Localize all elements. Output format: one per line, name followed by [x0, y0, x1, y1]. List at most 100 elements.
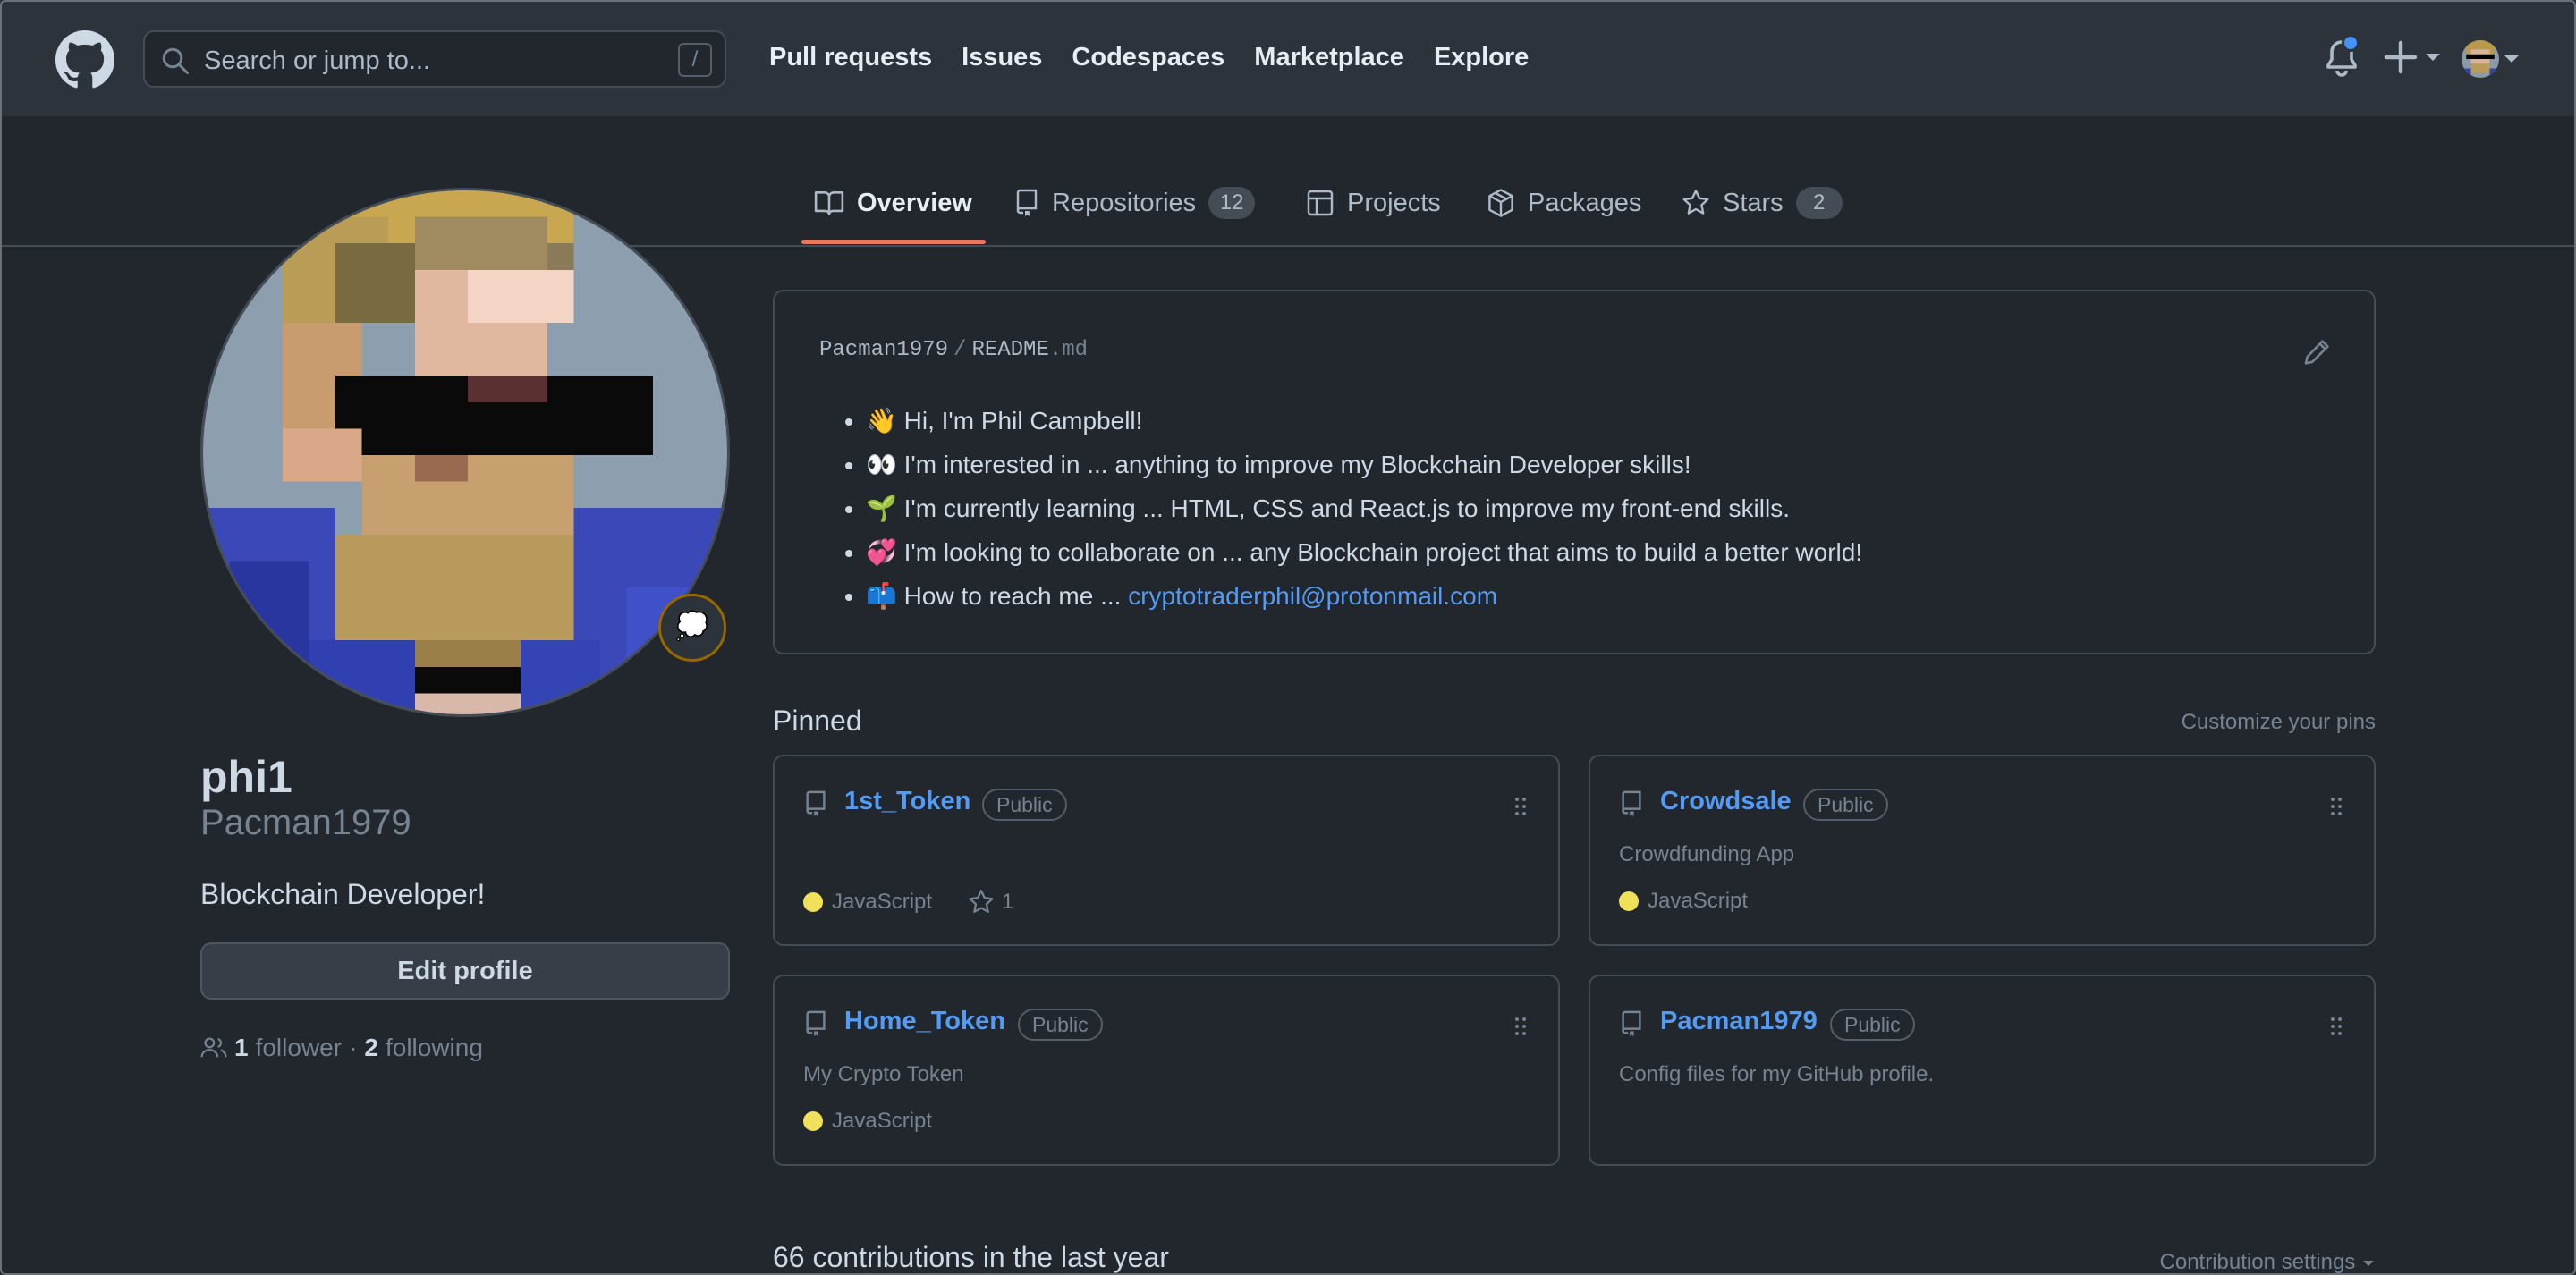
follow-separator: ·	[349, 1034, 358, 1061]
edit-profile-button[interactable]: Edit profile	[200, 942, 730, 1000]
following-link[interactable]: following	[386, 1034, 483, 1062]
book-icon	[814, 191, 844, 216]
contribution-settings-button[interactable]: Contribution settings	[2160, 1250, 2376, 1275]
tab-label: Stars	[1723, 188, 1784, 217]
visibility-badge: Public	[1018, 1009, 1103, 1041]
global-nav: Pull requests Issues Codespaces Marketpl…	[769, 43, 1529, 72]
tab-label: Overview	[857, 188, 972, 217]
repo-icon	[1016, 189, 1038, 216]
repo-description: Crowdfunding App	[1619, 842, 1795, 866]
list-item: 💞️ I'm looking to collaborate on ... any…	[866, 530, 1862, 574]
nav-codespaces[interactable]: Codespaces	[1072, 43, 1224, 72]
email-link[interactable]: cryptotraderphil@protonmail.com	[1128, 582, 1497, 610]
nav-pull-requests[interactable]: Pull requests	[769, 43, 932, 72]
tab-packages[interactable]: Packages	[1487, 182, 1641, 224]
status-emoji-button[interactable]: 💭	[658, 594, 726, 662]
repo-icon	[806, 1010, 826, 1037]
tab-repositories[interactable]: Repositories 12	[1014, 182, 1256, 224]
repo-meta: JavaScript	[803, 1109, 932, 1134]
repositories-count: 12	[1208, 187, 1256, 219]
visibility-badge: Public	[1830, 1009, 1915, 1041]
customize-pins-link[interactable]: Customize your pins	[2182, 710, 2376, 735]
profile-avatar-image	[203, 190, 727, 714]
repo-icon	[1622, 790, 1641, 817]
plus-icon[interactable]	[2381, 38, 2444, 77]
pinned-card-crowdsale: Crowdsale Public Crowdfunding App JavaSc…	[1589, 755, 2376, 946]
contributions-heading: 66 contributions in the last year	[773, 1241, 1169, 1273]
pinned-card-1st-token: 1st_Token Public JavaScript 1	[773, 755, 1560, 946]
tab-projects[interactable]: Projects	[1306, 182, 1441, 224]
followers-link[interactable]: follower	[256, 1034, 342, 1062]
repo-icon	[1622, 1010, 1641, 1037]
star-icon	[1682, 190, 1709, 215]
seedling-emoji: 🌱	[866, 494, 897, 522]
readme-file-link[interactable]: README	[971, 338, 1048, 362]
drag-handle-icon[interactable]	[2329, 1016, 2343, 1037]
caret-down-icon	[2363, 1261, 2374, 1266]
star-icon	[969, 890, 994, 913]
tab-overview[interactable]: Overview	[814, 182, 972, 224]
wave-emoji: 👋	[866, 407, 897, 435]
repo-name-link[interactable]: Pacman1979	[1660, 1007, 1818, 1036]
eyes-emoji: 👀	[866, 451, 897, 478]
mailbox-emoji: 📫	[866, 582, 897, 610]
search-placeholder: Search or jump to...	[204, 46, 431, 75]
tab-stars[interactable]: Stars 2	[1682, 182, 1843, 224]
repo-star-count: 1	[1002, 890, 1014, 914]
repo-name-link[interactable]: Home_Token	[844, 1007, 1005, 1036]
language-color-dot	[803, 892, 823, 912]
repo-description: Config files for my GitHub profile.	[1619, 1062, 1935, 1086]
avatar-small-image	[2462, 40, 2499, 78]
repo-stars-link[interactable]: 1	[968, 889, 1013, 916]
repo-icon	[806, 790, 826, 817]
language-color-dot	[1619, 891, 1639, 911]
package-icon	[1488, 189, 1513, 217]
people-icon	[200, 1037, 227, 1058]
tab-label: Projects	[1347, 188, 1441, 217]
list-item: 👀 I'm interested in ... anything to impr…	[866, 443, 1862, 486]
search-input[interactable]: Search or jump to... /	[143, 30, 726, 88]
pinned-card-home-token: Home_Token Public My Crypto Token JavaSc…	[773, 975, 1560, 1166]
visibility-badge: Public	[982, 789, 1067, 821]
list-item: 🌱 I'm currently learning ... HTML, CSS a…	[866, 486, 1862, 530]
search-icon	[162, 47, 189, 74]
notification-indicator	[2342, 34, 2360, 52]
profile-name: phi1	[200, 752, 292, 802]
repo-name-link[interactable]: Crowdsale	[1660, 787, 1792, 816]
repo-name-link[interactable]: 1st_Token	[844, 787, 970, 816]
profile-bio: Blockchain Developer!	[200, 878, 486, 910]
nav-issues[interactable]: Issues	[962, 43, 1042, 72]
nav-marketplace[interactable]: Marketplace	[1254, 43, 1404, 72]
list-item: 📫 How to reach me ... cryptotraderphil@p…	[866, 574, 1862, 618]
readme-path-separator: /	[953, 338, 967, 362]
language-color-dot	[803, 1111, 823, 1131]
profile-username: Pacman1979	[200, 803, 411, 842]
tab-label: Repositories	[1052, 188, 1197, 217]
readme-owner-link[interactable]: Pacman1979	[819, 338, 948, 362]
global-header: Search or jump to... / Pull requests Iss…	[0, 0, 2576, 116]
readme-list: 👋 Hi, I'm Phil Campbell! 👀 I'm intereste…	[866, 399, 1862, 618]
readme-file-ext: .md	[1048, 338, 1089, 362]
search-shortcut-key: /	[678, 43, 712, 77]
stars-count: 2	[1795, 187, 1843, 219]
pencil-icon[interactable]	[2302, 338, 2331, 367]
visibility-badge: Public	[1803, 789, 1888, 821]
repo-meta: JavaScript	[1619, 889, 1748, 914]
repo-language: JavaScript	[832, 890, 933, 914]
drag-handle-icon[interactable]	[2329, 796, 2343, 817]
caret-down-icon[interactable]	[2503, 52, 2521, 66]
user-avatar-menu[interactable]	[2462, 40, 2499, 78]
follow-stats: 1 follower · 2 following	[200, 1034, 483, 1062]
profile-readme: Pacman1979/README.md 👋 Hi, I'm Phil Camp…	[773, 290, 2376, 654]
drag-handle-icon[interactable]	[1513, 796, 1528, 817]
followers-count[interactable]: 1	[234, 1034, 249, 1062]
github-logo-icon[interactable]	[55, 30, 114, 89]
tab-label: Packages	[1528, 188, 1642, 217]
profile-avatar[interactable]	[200, 188, 730, 717]
drag-handle-icon[interactable]	[1513, 1016, 1528, 1037]
repo-language: JavaScript	[1648, 889, 1749, 913]
nav-explore[interactable]: Explore	[1434, 43, 1529, 72]
repo-meta: JavaScript 1	[803, 889, 1013, 916]
following-count[interactable]: 2	[364, 1034, 378, 1062]
list-item: 👋 Hi, I'm Phil Campbell!	[866, 399, 1862, 443]
